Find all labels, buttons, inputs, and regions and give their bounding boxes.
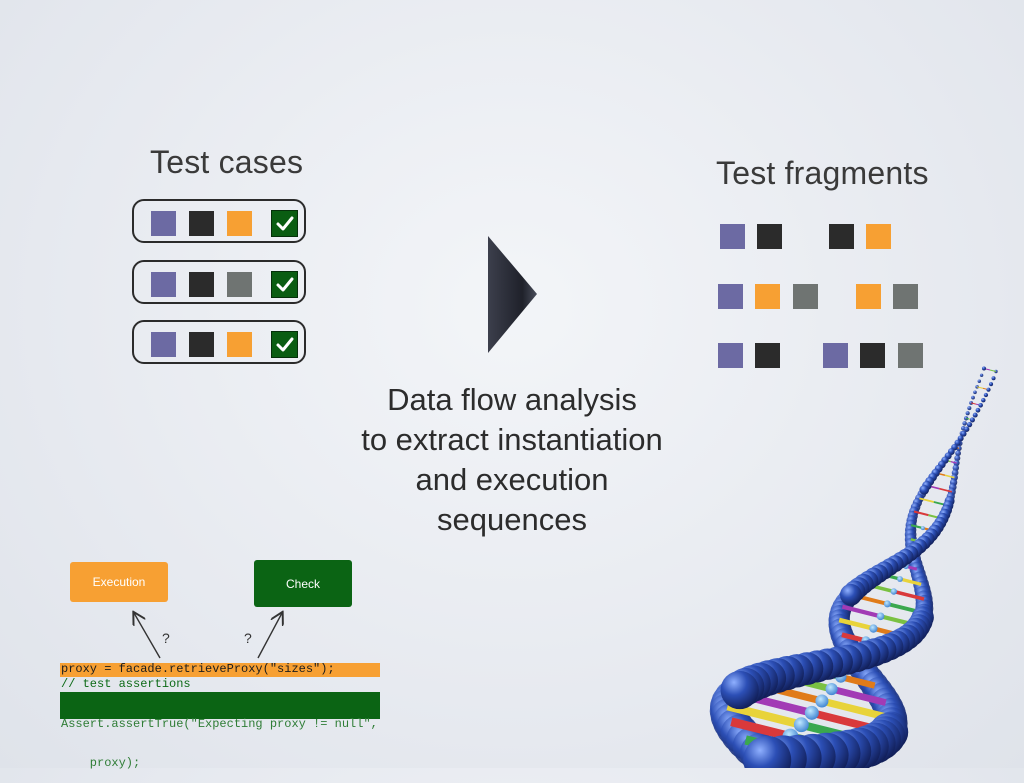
code-line: Assert.assertTrue("Expecting proxy != nu… xyxy=(61,718,380,731)
pointer-arrow xyxy=(258,613,282,658)
pointer-arrow xyxy=(134,613,160,658)
code-line: proxy); xyxy=(61,757,380,770)
question-mark: ? xyxy=(244,630,252,646)
code-line: proxy = facade.retrieveProxy("sizes"); xyxy=(60,663,380,677)
code-line: // test assertions xyxy=(60,678,380,691)
dna-helix-image xyxy=(690,360,1024,768)
code-block-assertion: Assert.assertTrue("Expecting proxy != nu… xyxy=(60,692,380,719)
question-mark: ? xyxy=(162,630,170,646)
